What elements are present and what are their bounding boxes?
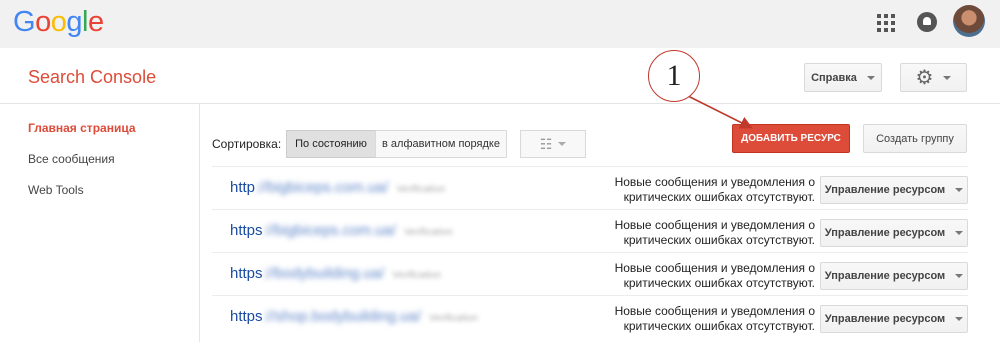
annotation-number-badge: 1 bbox=[648, 50, 700, 102]
annotation-arrow bbox=[687, 95, 753, 129]
